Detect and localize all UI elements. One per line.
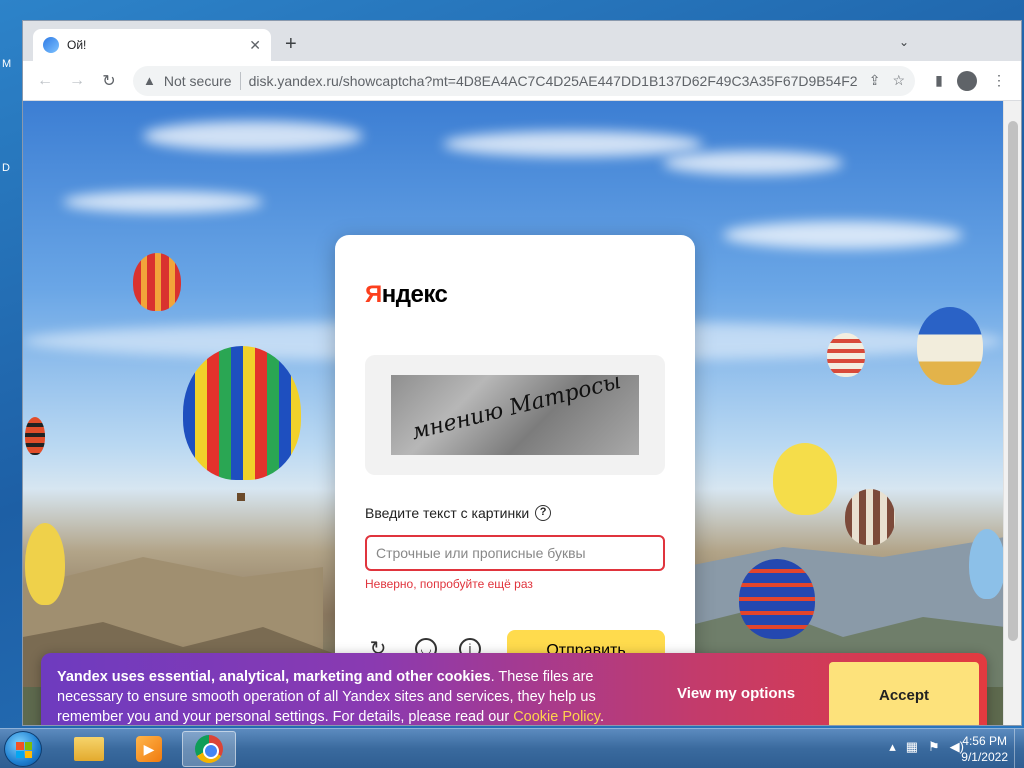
taskbar-chrome[interactable]: [182, 731, 236, 767]
action-center-flag-icon[interactable]: ⚑: [928, 739, 940, 755]
show-desktop-button[interactable]: [1014, 729, 1024, 768]
hot-air-balloon: [773, 443, 837, 515]
clock-time: 4:56 PM: [962, 734, 1007, 748]
view-options-button[interactable]: View my options: [677, 685, 795, 702]
hot-air-balloon: [827, 333, 865, 377]
hot-air-balloon: [25, 523, 65, 605]
captcha-prompt: Введите текст с картинки: [365, 505, 530, 521]
hot-air-balloon: [739, 559, 815, 639]
captcha-prompt-row: Введите текст с картинки ?: [365, 505, 552, 521]
cookie-message-end: .: [599, 709, 604, 725]
security-label[interactable]: Not secure: [164, 73, 232, 89]
hot-air-balloon: [25, 417, 45, 455]
page-scrollbar[interactable]: [1003, 101, 1021, 725]
taskbar-clock[interactable]: 4:56 PM 9/1/2022: [961, 733, 1008, 765]
captcha-image-container: мнению Матросы: [365, 355, 665, 475]
captcha-error-message: Неверно, попробуйте ещё раз: [365, 577, 533, 591]
forward-button[interactable]: →: [63, 67, 91, 95]
url-text[interactable]: disk.yandex.ru/showcaptcha?mt=4D8EA4AC7C…: [249, 73, 857, 89]
desktop-icon-label: M: [2, 58, 12, 70]
browser-window: — ❐ ✕ Ой! ✕ + ⌄ ← → ↻ ▲ Not secure disk.…: [22, 20, 1022, 726]
address-bar[interactable]: ▲ Not secure disk.yandex.ru/showcaptcha?…: [133, 65, 915, 96]
taskbar: ▶ ▴ ▦ ⚑ ◀) 4:56 PM 9/1/2022: [0, 728, 1024, 768]
profile-avatar-icon[interactable]: [957, 70, 977, 91]
chrome-icon: [195, 735, 223, 763]
tab-active[interactable]: Ой! ✕: [33, 29, 271, 61]
clock-date: 9/1/2022: [961, 750, 1008, 764]
tab-search-chevron-icon[interactable]: ⌄: [899, 35, 909, 49]
tab-title: Ой!: [67, 38, 87, 52]
accept-cookies-button[interactable]: Accept: [829, 662, 979, 725]
hot-air-balloon: [183, 346, 301, 480]
bookmark-star-icon[interactable]: ☆: [892, 72, 905, 89]
folder-icon: [74, 737, 104, 761]
new-tab-button[interactable]: +: [285, 33, 297, 56]
captcha-image: мнению Матросы: [391, 375, 639, 455]
reload-button[interactable]: ↻: [95, 67, 123, 95]
scrollbar-thumb[interactable]: [1008, 121, 1018, 641]
tray-expand-icon[interactable]: ▴: [889, 739, 896, 755]
taskbar-explorer[interactable]: [62, 731, 116, 767]
tab-bar: Ой! ✕ + ⌄: [23, 21, 1021, 61]
hot-air-balloon: [917, 307, 983, 385]
hot-air-balloon: [845, 489, 895, 545]
side-panel-icon[interactable]: ▮: [925, 67, 953, 95]
cookie-message: Yandex uses essential, analytical, marke…: [57, 667, 647, 725]
cookie-banner: Yandex uses essential, analytical, marke…: [41, 653, 987, 725]
page-content: Яндекс мнению Матросы Введите текст с ка…: [23, 101, 1005, 725]
cookie-policy-link[interactable]: Cookie Policy: [513, 709, 600, 725]
yandex-logo-letter: Я: [365, 281, 382, 308]
omnibox-separator: [239, 71, 241, 90]
network-icon[interactable]: ▦: [906, 739, 918, 755]
browser-toolbar: ← → ↻ ▲ Not secure disk.yandex.ru/showca…: [23, 61, 1021, 101]
yandex-disk-favicon-icon: [43, 37, 59, 53]
captcha-answer-input[interactable]: [365, 535, 665, 571]
captcha-distorted-text: мнению Матросы: [409, 375, 624, 446]
media-player-icon: ▶: [136, 736, 162, 762]
start-button[interactable]: [4, 731, 42, 767]
hot-air-balloon: [133, 253, 181, 311]
desktop-icon-label: D: [2, 162, 10, 174]
yandex-logo-text: ндекс: [381, 281, 448, 308]
system-tray: ▴ ▦ ⚑ ◀): [889, 739, 964, 755]
hot-air-balloon: [969, 529, 1005, 599]
taskbar-media-player[interactable]: ▶: [122, 731, 176, 767]
yandex-logo: Яндекс: [365, 281, 448, 309]
windows-logo-icon: [16, 742, 32, 758]
help-question-icon[interactable]: ?: [535, 505, 552, 521]
close-tab-icon[interactable]: ✕: [249, 37, 261, 54]
warning-triangle-icon[interactable]: ▲: [143, 73, 156, 88]
menu-kebab-icon[interactable]: ⋮: [985, 67, 1013, 95]
back-button[interactable]: ←: [31, 67, 59, 95]
cookie-message-bold: Yandex uses essential, analytical, marke…: [57, 669, 491, 685]
share-icon[interactable]: ⇪: [869, 72, 881, 89]
